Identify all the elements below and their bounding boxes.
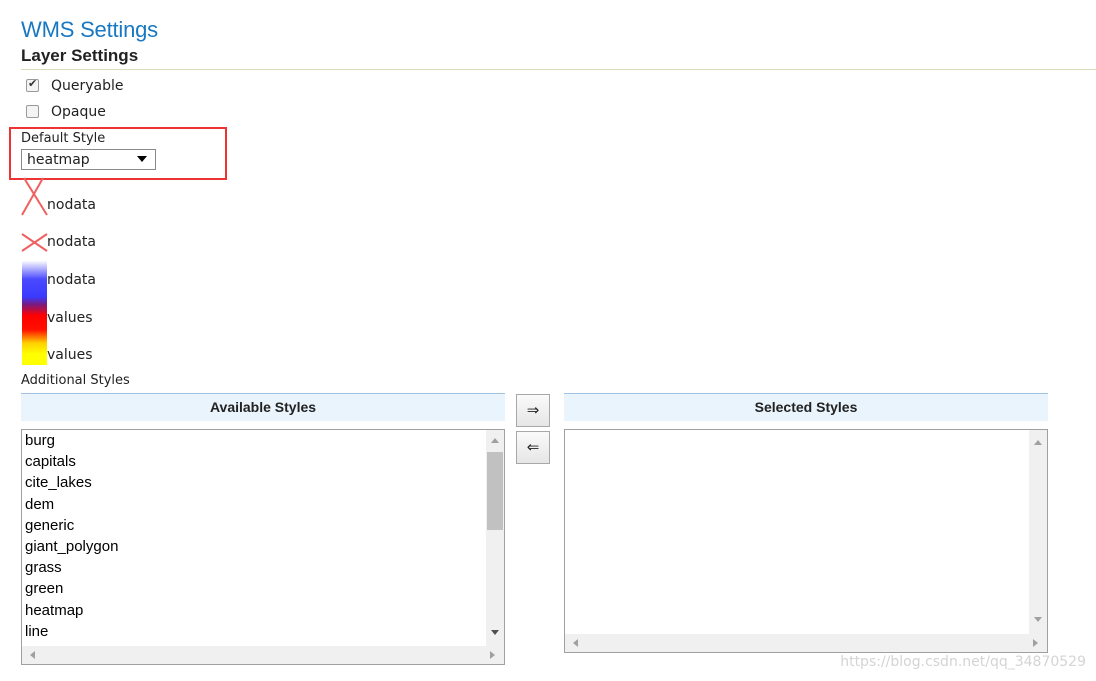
queryable-checkbox[interactable] bbox=[26, 77, 39, 92]
divider bbox=[21, 69, 1096, 70]
page-title: WMS Settings bbox=[21, 17, 158, 42]
scroll-up-icon[interactable] bbox=[491, 438, 499, 443]
scroll-down-icon[interactable] bbox=[1034, 617, 1042, 622]
list-item[interactable]: burg bbox=[22, 430, 484, 451]
opaque-checkbox[interactable] bbox=[26, 105, 39, 118]
horizontal-scrollbar[interactable] bbox=[22, 646, 504, 664]
additional-styles-label: Additional Styles bbox=[21, 373, 130, 388]
default-style-value: heatmap bbox=[27, 152, 90, 168]
available-styles-header: Available Styles bbox=[21, 393, 505, 421]
remove-style-button[interactable]: ⇐ bbox=[516, 431, 550, 464]
red-x-icon bbox=[21, 177, 49, 217]
list-item[interactable]: grass bbox=[22, 557, 484, 578]
legend-label: values bbox=[47, 347, 93, 363]
chevron-down-icon bbox=[137, 156, 147, 162]
opaque-label: Opaque bbox=[51, 104, 106, 120]
available-styles-list[interactable]: burg capitals cite_lakes dem generic giant_po… bbox=[21, 429, 505, 665]
default-style-select[interactable]: heatmap bbox=[21, 149, 156, 170]
legend-label: values bbox=[47, 310, 93, 326]
color-ramp bbox=[22, 255, 47, 365]
selected-styles-header: Selected Styles bbox=[564, 393, 1048, 421]
section-title: Layer Settings bbox=[21, 46, 139, 65]
vertical-scrollbar[interactable] bbox=[1029, 430, 1047, 634]
default-style-label: Default Style bbox=[21, 131, 106, 146]
add-style-button[interactable]: ⇒ bbox=[516, 394, 550, 427]
list-item[interactable]: green bbox=[22, 578, 484, 599]
list-item[interactable]: giant_polygon bbox=[22, 536, 484, 557]
watermark: https://blog.csdn.net/qq_34870529 bbox=[840, 654, 1086, 670]
scroll-left-icon[interactable] bbox=[30, 651, 35, 659]
horizontal-scrollbar[interactable] bbox=[565, 634, 1047, 652]
scroll-right-icon[interactable] bbox=[490, 651, 495, 659]
selected-styles-list[interactable] bbox=[564, 429, 1048, 653]
list-item[interactable]: line bbox=[22, 621, 484, 642]
list-item[interactable]: heatmap bbox=[22, 600, 484, 621]
scroll-left-icon[interactable] bbox=[573, 639, 578, 647]
legend-label: nodata bbox=[47, 197, 96, 213]
legend-label: nodata bbox=[47, 234, 96, 250]
scroll-down-icon[interactable] bbox=[491, 630, 499, 635]
queryable-label: Queryable bbox=[51, 78, 124, 94]
legend-label: nodata bbox=[47, 272, 96, 288]
list-item[interactable]: generic bbox=[22, 515, 484, 536]
scrollbar-thumb[interactable] bbox=[487, 452, 503, 530]
red-x-icon bbox=[21, 231, 49, 253]
scroll-up-icon[interactable] bbox=[1034, 440, 1042, 445]
scroll-right-icon[interactable] bbox=[1033, 639, 1038, 647]
list-item[interactable]: cite_lakes bbox=[22, 472, 484, 493]
list-item[interactable]: dem bbox=[22, 494, 484, 515]
vertical-scrollbar[interactable] bbox=[486, 430, 504, 646]
list-item[interactable]: capitals bbox=[22, 451, 484, 472]
